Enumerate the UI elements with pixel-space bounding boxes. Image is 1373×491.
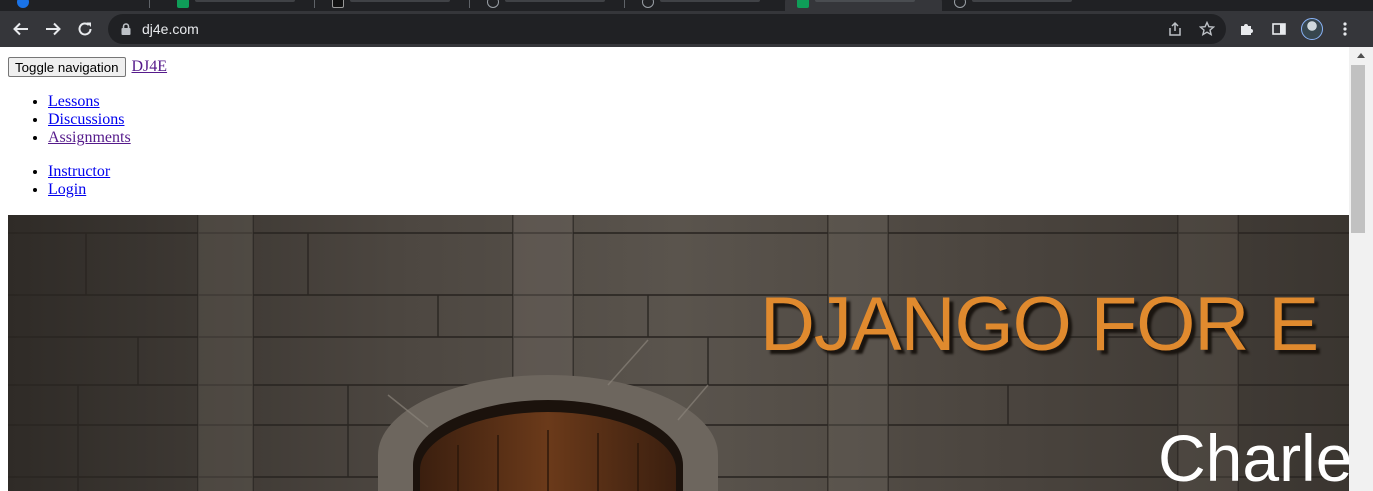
- brand-link[interactable]: DJ4E: [132, 58, 168, 75]
- reload-button[interactable]: [71, 15, 99, 43]
- side-panel-icon[interactable]: [1270, 20, 1288, 38]
- lock-icon: [121, 23, 131, 35]
- browser-tab[interactable]: [165, 0, 315, 11]
- reload-icon: [78, 22, 92, 36]
- list-item: Assignments: [48, 129, 131, 147]
- globe-icon: [954, 0, 966, 8]
- nav-link-instructor[interactable]: Instructor: [48, 163, 110, 180]
- nav-link-login[interactable]: Login: [48, 181, 86, 198]
- page-viewport: Toggle navigation DJ4E Lessons Discussio…: [0, 47, 1373, 491]
- toggle-navigation-button[interactable]: Toggle navigation: [8, 57, 126, 77]
- browser-tab-active[interactable]: [785, 0, 942, 11]
- share-icon[interactable]: [1166, 20, 1184, 38]
- hero-banner: DJANGO FOR E Charle: [8, 215, 1349, 491]
- more-menu-icon[interactable]: [1336, 20, 1354, 38]
- list-item: Lessons: [48, 93, 131, 111]
- page-scrollbar[interactable]: [1349, 47, 1373, 491]
- site-icon: [797, 0, 809, 8]
- browser-tab[interactable]: [942, 0, 1092, 11]
- navbar-header: Toggle navigation DJ4E: [8, 57, 167, 77]
- browser-tab[interactable]: [0, 0, 150, 11]
- globe-icon: [642, 0, 654, 8]
- secondary-nav-list: Instructor Login: [48, 163, 110, 199]
- hero-title: DJANGO FOR E: [760, 282, 1319, 367]
- tab-strip: [0, 0, 1373, 11]
- browser-tab[interactable]: [630, 0, 780, 11]
- back-button[interactable]: [7, 15, 35, 43]
- list-item: Login: [48, 181, 110, 199]
- browser-toolbar: dj4e.com: [0, 11, 1373, 47]
- browser-tab[interactable]: [475, 0, 625, 11]
- nav-link-lessons[interactable]: Lessons: [48, 93, 100, 110]
- bookmark-star-icon[interactable]: [1198, 20, 1216, 38]
- profile-avatar[interactable]: [1301, 18, 1323, 40]
- nav-link-discussions[interactable]: Discussions: [48, 111, 124, 128]
- list-item: Instructor: [48, 163, 110, 181]
- browser-tab[interactable]: [320, 0, 470, 11]
- forward-button[interactable]: [39, 15, 67, 43]
- google-icon: [17, 0, 29, 8]
- sheets-icon: [177, 0, 189, 8]
- url-text[interactable]: dj4e.com: [142, 21, 199, 37]
- site-icon: [332, 0, 344, 8]
- extensions-puzzle-icon[interactable]: [1238, 20, 1256, 38]
- nav-link-assignments[interactable]: Assignments: [48, 129, 131, 146]
- main-nav-list: Lessons Discussions Assignments: [48, 93, 131, 147]
- list-item: Discussions: [48, 111, 131, 129]
- hero-instructor-name: Charle: [1158, 421, 1349, 491]
- address-bar[interactable]: dj4e.com: [108, 14, 1226, 44]
- back-arrow-icon: [13, 22, 28, 36]
- globe-icon: [487, 0, 499, 8]
- scroll-thumb[interactable]: [1351, 65, 1365, 233]
- scroll-up-arrow-icon[interactable]: [1357, 53, 1365, 58]
- forward-arrow-icon: [46, 22, 61, 36]
